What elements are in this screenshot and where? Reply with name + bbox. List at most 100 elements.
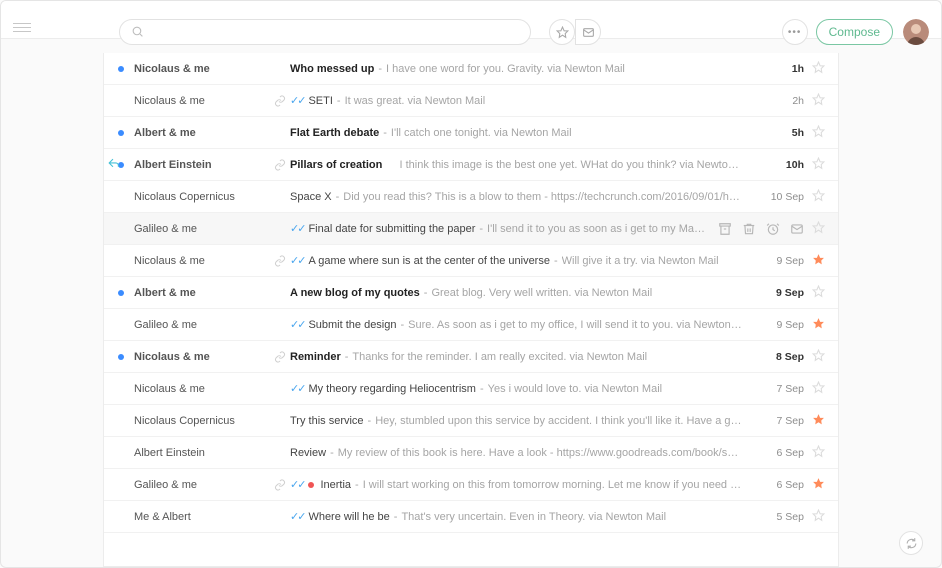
message-row[interactable]: Nicolaus CopernicusSpace X - Did you rea… (104, 181, 838, 213)
sender: Nicolaus & me (134, 95, 270, 107)
preview: Thanks for the reminder. I am really exc… (352, 351, 647, 363)
mark-read-icon[interactable] (790, 222, 804, 236)
timestamp: 9 Sep (752, 255, 804, 267)
subject: Final date for submitting the paper (308, 223, 475, 235)
subject: My theory regarding Heliocentrism (308, 383, 476, 395)
priority-dot (308, 482, 314, 488)
read-receipt-icon: ✓✓ (290, 478, 304, 491)
sender: Galileo & me (134, 319, 270, 331)
preview: I will start working on this from tomorr… (363, 479, 742, 491)
unread-dot (118, 514, 124, 520)
preview: That's very uncertain. Even in Theory. v… (401, 511, 666, 523)
star-toggle[interactable] (812, 349, 825, 365)
preview: Sure. As soon as i get to my office, I w… (408, 319, 742, 331)
message-row[interactable]: Nicolaus & me✓✓A game where sun is at th… (104, 245, 838, 277)
unread-dot (118, 386, 124, 392)
timestamp: 1h (752, 63, 804, 75)
message-row[interactable]: Nicolaus & me Reminder - Thanks for the r… (104, 341, 838, 373)
message-row[interactable]: Albert EinsteinReview - My review of thi… (104, 437, 838, 469)
unread-dot (118, 226, 124, 232)
read-receipt-icon: ✓✓ (290, 94, 304, 107)
subject: Try this service (290, 415, 364, 427)
star-toggle[interactable] (812, 157, 825, 173)
message-body: ✓✓SETI - It was great. via Newton Mail (290, 94, 742, 107)
message-row[interactable]: Galileo & me ✓✓ Final date for submitting … (104, 213, 838, 245)
message-row[interactable]: Albert EinsteinPillars of creation I thi… (104, 149, 838, 181)
message-body: Review - My review of this book is here.… (290, 447, 742, 459)
message-row[interactable]: Me & Albert✓✓Where will he be - That's v… (104, 501, 838, 533)
timestamp: 5h (752, 127, 804, 139)
subject: Flat Earth debate (290, 127, 379, 139)
subject: Reminder (290, 351, 341, 363)
sender: Albert & me (134, 287, 270, 299)
subject: Review (290, 447, 326, 459)
preview: I'll send it to you as soon as i get to … (487, 223, 708, 235)
trash-icon[interactable] (742, 222, 756, 236)
timestamp: 2h (752, 95, 804, 107)
preview: Great blog. Very well written. via Newto… (431, 287, 652, 299)
sender: Albert & me (134, 127, 270, 139)
sender: Galileo & me (134, 479, 270, 491)
star-toggle[interactable] (812, 381, 825, 397)
read-receipt-icon: ✓✓ (290, 510, 304, 523)
unread-dot (118, 482, 124, 488)
sender: Nicolaus Copernicus (134, 191, 270, 203)
star-toggle[interactable] (812, 477, 825, 493)
star-toggle[interactable] (812, 93, 825, 109)
star-toggle[interactable] (812, 221, 825, 237)
sync-button[interactable] (899, 531, 923, 555)
unread-dot (118, 290, 124, 296)
sender: Me & Albert (134, 511, 270, 523)
subject: Where will he be (308, 511, 389, 523)
message-row[interactable]: Albert & meFlat Earth debate - I'll catc… (104, 117, 838, 149)
unread-dot (118, 418, 124, 424)
subject: Space X (290, 191, 332, 203)
message-body: ✓✓Inertia - I will start working on this… (290, 478, 742, 491)
preview: It was great. via Newton Mail (345, 95, 486, 107)
message-row[interactable]: Nicolaus & me Who messed up - I have one … (104, 53, 838, 85)
subject: A new blog of my quotes (290, 287, 420, 299)
message-row[interactable]: Galileo & me✓✓Inertia - I will start wor… (104, 469, 838, 501)
star-toggle[interactable] (812, 285, 825, 301)
message-body: ✓✓Final date for submitting the paper - … (290, 222, 708, 235)
preview: I think this image is the best one yet. … (399, 159, 742, 171)
row-actions (718, 222, 804, 236)
subject: Submit the design (308, 319, 396, 331)
message-body: A new blog of my quotes - Great blog. Ve… (290, 287, 742, 299)
message-row[interactable]: Nicolaus & me✓✓My theory regarding Helio… (104, 373, 838, 405)
sender: Nicolaus & me (134, 383, 270, 395)
message-body: Reminder - Thanks for the reminder. I am… (290, 351, 742, 363)
snooze-icon[interactable] (766, 222, 780, 236)
message-row[interactable]: Nicolaus CopernicusTry this service - He… (104, 405, 838, 437)
sender: Nicolaus & me (134, 63, 270, 75)
link-icon (270, 479, 290, 491)
timestamp: 6 Sep (752, 447, 804, 459)
read-receipt-icon: ✓✓ (290, 222, 304, 235)
message-row[interactable]: Galileo & me✓✓Submit the design - Sure. … (104, 309, 838, 341)
timestamp: 10h (752, 159, 804, 171)
timestamp: 8 Sep (752, 351, 804, 363)
message-list: Nicolaus & me Who messed up - I have one … (103, 53, 839, 567)
message-body: Who messed up - I have one word for you.… (290, 63, 742, 75)
link-icon (270, 95, 290, 107)
timestamp: 9 Sep (752, 319, 804, 331)
sender: Galileo & me (134, 223, 270, 235)
star-toggle[interactable] (812, 253, 825, 269)
unread-dot (118, 194, 124, 200)
star-toggle[interactable] (812, 413, 825, 429)
message-row[interactable]: Nicolaus & me ✓✓SETI - It was great. via … (104, 85, 838, 117)
star-toggle[interactable] (812, 445, 825, 461)
star-toggle[interactable] (812, 317, 825, 333)
archive-icon[interactable] (718, 222, 732, 236)
message-body: ✓✓Where will he be - That's very uncerta… (290, 510, 742, 523)
star-toggle[interactable] (812, 61, 825, 77)
message-row[interactable]: Albert & me A new blog of my quotes - Gre… (104, 277, 838, 309)
link-icon (270, 351, 290, 363)
sender: Nicolaus & me (134, 351, 270, 363)
star-toggle[interactable] (812, 509, 825, 525)
subject: Pillars of creation (290, 159, 382, 171)
star-toggle[interactable] (812, 189, 825, 205)
preview: My review of this book is here. Have a l… (338, 447, 742, 459)
star-toggle[interactable] (812, 125, 825, 141)
subject: Inertia (320, 479, 351, 491)
